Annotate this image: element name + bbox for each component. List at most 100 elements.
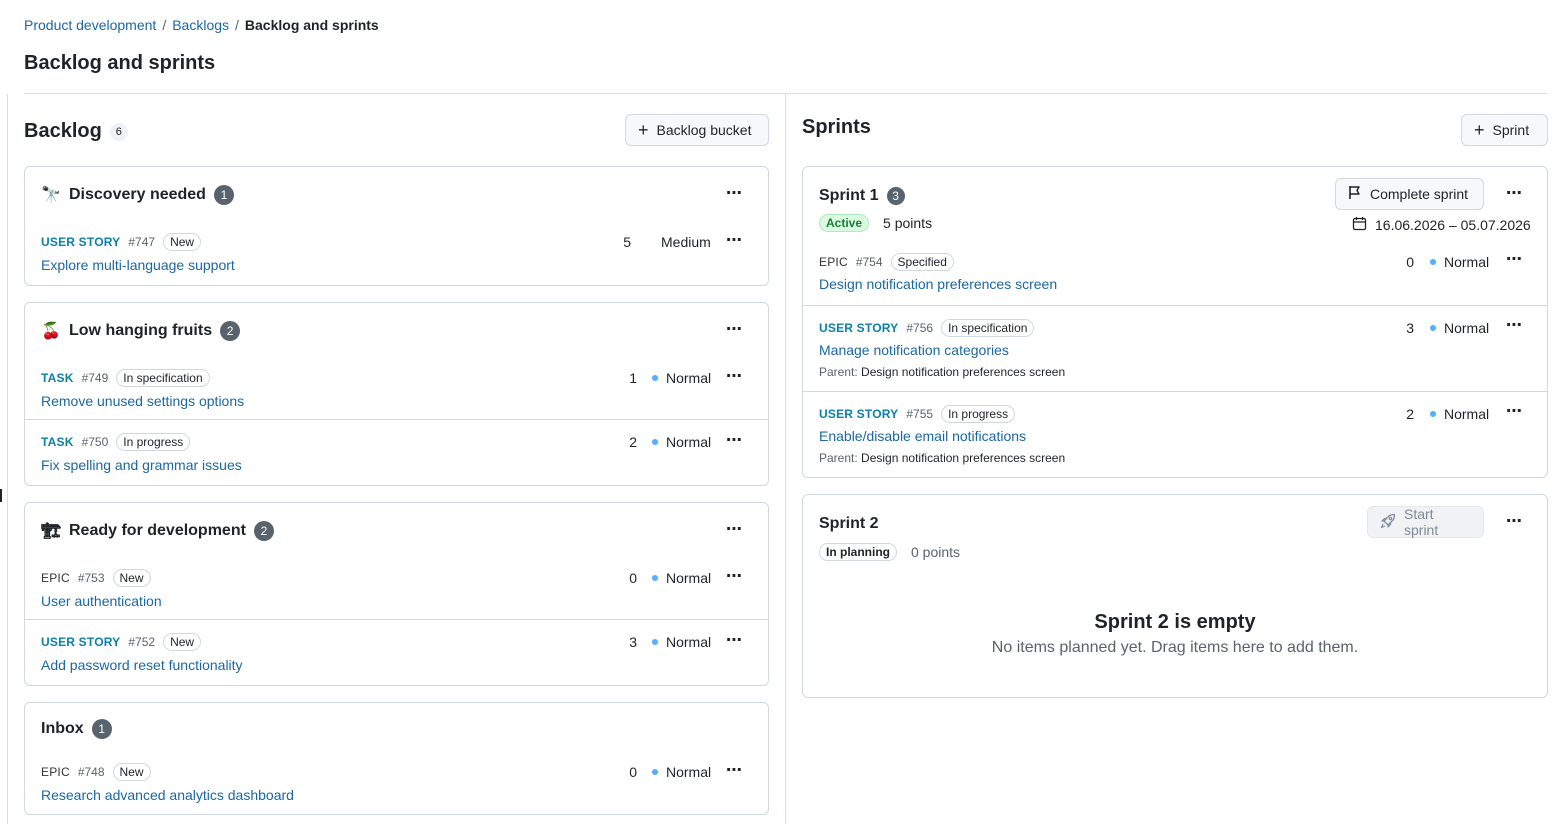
- item-more-icon[interactable]: ⋯: [726, 369, 743, 385]
- sprint-points: 5 points: [883, 215, 933, 231]
- item-points: 3: [629, 634, 637, 650]
- priority-dot-icon: [652, 639, 658, 645]
- item-title-link[interactable]: Explore multi-language support: [41, 257, 235, 273]
- bucket-more-icon[interactable]: ⋯: [726, 186, 743, 202]
- bucket-more-icon[interactable]: ⋯: [726, 322, 743, 338]
- left-border: [7, 94, 8, 824]
- backlog-title: Backlog: [24, 120, 102, 142]
- telescope-icon: 🔭: [41, 187, 61, 204]
- sprint-card: Sprint 2 In planning 0 points Start spri…: [802, 494, 1548, 698]
- start-sprint-label: Start sprint: [1404, 506, 1439, 538]
- bucket-more-icon[interactable]: ⋯: [726, 522, 743, 538]
- breadcrumb-product-development[interactable]: Product development: [24, 17, 156, 33]
- item-more-icon[interactable]: ⋯: [726, 633, 743, 649]
- item-more-icon[interactable]: ⋯: [1506, 404, 1523, 420]
- parent-name: Design notification preferences screen: [861, 365, 1066, 379]
- item-parent: Parent: Design notification preferences …: [819, 451, 1065, 465]
- item-type: TASK: [41, 371, 74, 385]
- cherries-icon: 🍒: [41, 323, 61, 340]
- item-more-icon[interactable]: ⋯: [726, 233, 743, 249]
- sprint-state-badge: In planning: [819, 543, 897, 561]
- backlog-item[interactable]: USER STORY #752 New Add password reset f…: [25, 619, 768, 685]
- sprint-more-icon[interactable]: ⋯: [1506, 186, 1523, 202]
- item-points: 5: [623, 234, 631, 250]
- priority-label: Normal: [666, 370, 712, 386]
- start-sprint-button[interactable]: Start sprint: [1367, 506, 1484, 538]
- sprint-more-icon[interactable]: ⋯: [1506, 514, 1523, 530]
- breadcrumb-backlogs[interactable]: Backlogs: [172, 17, 229, 33]
- item-meta: USER STORY #755 In progress: [819, 405, 1016, 423]
- sprint-header: Sprint 1 3: [819, 187, 905, 205]
- item-title-link[interactable]: Add password reset functionality: [41, 657, 243, 673]
- add-sprint-button[interactable]: + Sprint: [1461, 114, 1548, 146]
- add-sprint-label: Sprint: [1492, 122, 1530, 138]
- priority-dot-icon: [1430, 325, 1436, 331]
- item-status: In specification: [116, 369, 210, 387]
- add-backlog-bucket-button[interactable]: + Backlog bucket: [625, 114, 769, 146]
- item-points: 2: [1406, 406, 1414, 422]
- item-priority: Normal: [652, 370, 711, 386]
- item-more-icon[interactable]: ⋯: [726, 569, 743, 585]
- sprint-status-row: In planning 0 points: [819, 543, 960, 561]
- bucket-header: Inbox 1: [41, 719, 112, 739]
- item-title-link[interactable]: Manage notification categories: [819, 342, 1009, 358]
- backlog-item[interactable]: USER STORY #747 New Explore multi-langua…: [25, 225, 768, 285]
- item-more-icon[interactable]: ⋯: [1506, 318, 1523, 334]
- item-type: USER STORY: [819, 407, 899, 421]
- bucket-count: 2: [253, 521, 274, 541]
- item-more-icon[interactable]: ⋯: [726, 763, 743, 779]
- priority-dot-icon: [652, 375, 658, 381]
- sprint-item[interactable]: USER STORY #756 In specification Manage …: [803, 305, 1547, 391]
- item-id: #747: [128, 235, 156, 249]
- complete-sprint-button[interactable]: Complete sprint: [1335, 178, 1484, 210]
- bucket-name: Inbox: [41, 720, 84, 737]
- item-title-link[interactable]: Design notification preferences screen: [819, 276, 1057, 292]
- item-type: EPIC: [819, 255, 848, 269]
- item-status: In specification: [941, 319, 1035, 337]
- rocket-icon: [1380, 513, 1396, 532]
- sprint-date-range: 16.06.2026 – 05.07.2026: [1375, 217, 1531, 233]
- item-more-icon[interactable]: ⋯: [726, 433, 743, 449]
- plus-icon: +: [638, 120, 649, 140]
- resize-handle[interactable]: [0, 489, 2, 502]
- backlog-item[interactable]: EPIC #748 New Research advanced analytic…: [25, 755, 768, 815]
- breadcrumb: Product development / Backlogs / Backlog…: [24, 17, 379, 33]
- backlog-item[interactable]: TASK #750 In progress Fix spelling and g…: [25, 419, 768, 485]
- empty-state-title: Sprint 2 is empty: [1094, 611, 1256, 633]
- sprint-item[interactable]: USER STORY #755 In progress Enable/disab…: [803, 391, 1547, 477]
- item-status: New: [112, 763, 151, 781]
- item-meta: EPIC #754 Specified: [819, 253, 954, 271]
- item-type: USER STORY: [41, 635, 121, 649]
- breadcrumb-separator: /: [235, 17, 239, 33]
- item-title-link[interactable]: Fix spelling and grammar issues: [41, 457, 242, 473]
- item-id: #748: [77, 765, 105, 779]
- priority-dot-icon: [1430, 259, 1436, 265]
- item-priority: Normal: [1430, 406, 1489, 422]
- item-more-icon[interactable]: ⋯: [1506, 252, 1523, 268]
- item-title-link[interactable]: Remove unused settings options: [41, 393, 244, 409]
- backlog-item[interactable]: TASK #749 In specification Remove unused…: [25, 361, 768, 421]
- item-id: #752: [128, 635, 156, 649]
- item-title-link[interactable]: User authentication: [41, 593, 162, 609]
- priority-label: Normal: [1444, 254, 1490, 270]
- parent-name: Design notification preferences screen: [861, 451, 1066, 465]
- item-type: USER STORY: [819, 321, 899, 335]
- sprint-item[interactable]: EPIC #754 Specified Design notification …: [803, 243, 1547, 305]
- priority-label: Normal: [666, 434, 712, 450]
- priority-label: Medium: [661, 234, 711, 250]
- add-backlog-bucket-label: Backlog bucket: [656, 122, 752, 138]
- bucket-count: 1: [91, 719, 112, 739]
- item-priority: Normal: [1430, 254, 1489, 270]
- backlog-count: 6: [109, 122, 128, 141]
- backlog-item[interactable]: EPIC #753 New User authentication 0 Norm…: [25, 561, 768, 621]
- item-title-link[interactable]: Research advanced analytics dashboard: [41, 787, 294, 803]
- bucket-header: 🔭 Discovery needed 1: [41, 185, 234, 205]
- item-priority: Normal: [652, 434, 711, 450]
- item-priority: Normal: [652, 570, 711, 586]
- bucket-header: 🏗 Ready for development 2: [41, 521, 274, 541]
- item-title-link[interactable]: Enable/disable email notifications: [819, 428, 1026, 444]
- item-type: EPIC: [41, 765, 70, 779]
- item-points: 2: [629, 434, 637, 450]
- item-points: 0: [629, 570, 637, 586]
- item-meta: TASK #749 In specification: [41, 369, 210, 387]
